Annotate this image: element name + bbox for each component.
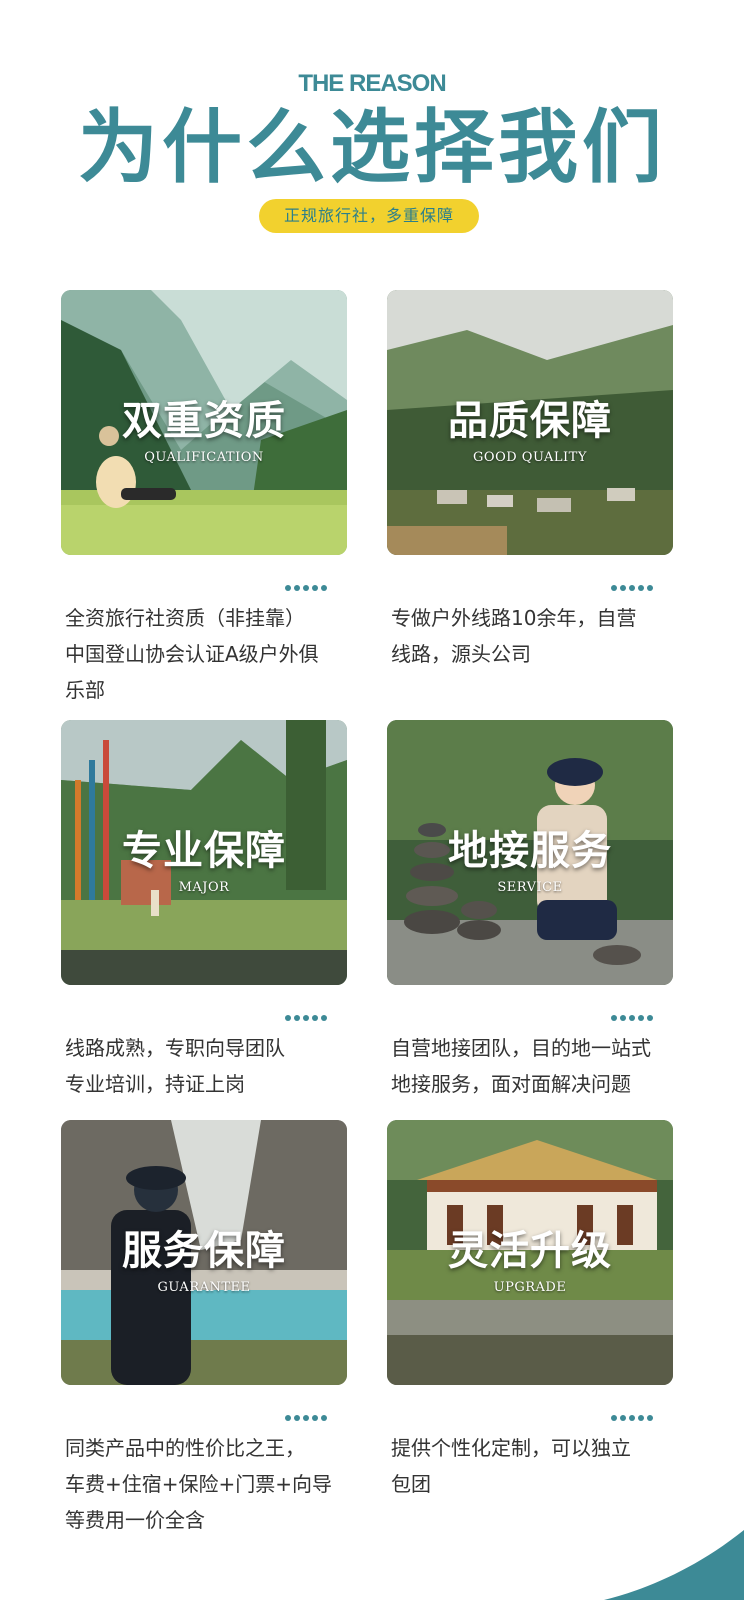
- photo-misty-village: 品质保障 GOOD QUALITY: [387, 290, 673, 555]
- description-line: 自营地接团队，目的地一站式: [391, 1036, 651, 1060]
- card-description: 专做户外线路10余年，自营 线路，源头公司: [391, 600, 691, 672]
- card-title: 双重资质: [122, 398, 286, 444]
- feature-card-major: 专业保障 MAJOR 线路成熟，专职向导团队 专业培训，持证上岗: [61, 720, 347, 1096]
- description-line: 等费用一价全含: [65, 1508, 205, 1532]
- card-description: 提供个性化定制，可以独立 包团: [391, 1430, 691, 1502]
- photo-mountain-meadow: 双重资质 QUALIFICATION: [61, 290, 347, 555]
- card-description: 线路成熟，专职向导团队 专业培训，持证上岗: [65, 1030, 365, 1102]
- page-title: 为什么选择我们: [78, 101, 666, 194]
- card-subtitle: GOOD QUALITY: [473, 450, 587, 465]
- feature-card-guarantee: 服务保障 GUARANTEE 同类产品中的性价比之王， 车费+住宿+保险+门票+…: [61, 1120, 347, 1532]
- dots-decoration: [282, 1406, 327, 1421]
- card-subtitle: SERVICE: [497, 880, 563, 895]
- description-line: 线路成熟，专职向导团队: [65, 1036, 285, 1060]
- reason-label: THE REASON: [298, 70, 446, 97]
- description-line: 车费+住宿+保险+门票+向导: [65, 1472, 333, 1496]
- card-subtitle: GUARANTEE: [157, 1280, 251, 1295]
- card-title: 服务保障: [122, 1228, 286, 1274]
- card-subtitle: MAJOR: [178, 880, 230, 895]
- photo-prayer-flags-lake: 专业保障 MAJOR: [61, 720, 347, 985]
- photo-temple-lake: 灵活升级 UPGRADE: [387, 1120, 673, 1385]
- description-line: 同类产品中的性价比之王，: [65, 1436, 305, 1460]
- photo-turquoise-lake: 服务保障 GUARANTEE: [61, 1120, 347, 1385]
- dots-decoration: [608, 576, 653, 591]
- dots-decoration: [608, 1406, 653, 1421]
- card-title: 灵活升级: [448, 1228, 612, 1274]
- description-line: 包团: [391, 1472, 431, 1496]
- card-subtitle: QUALIFICATION: [144, 450, 264, 465]
- card-subtitle: UPGRADE: [493, 1280, 567, 1295]
- dots-decoration: [282, 1006, 327, 1021]
- corner-wave-decoration: [604, 1530, 744, 1600]
- dots-decoration: [282, 576, 327, 591]
- description-line: 乐部: [65, 678, 105, 702]
- photo-stone-cairns: 地接服务 SERVICE: [387, 720, 673, 985]
- description-line: 线路，源头公司: [391, 642, 531, 666]
- card-description: 全资旅行社资质（非挂靠） 中国登山协会认证A级户外俱 乐部: [65, 600, 365, 708]
- description-line: 提供个性化定制，可以独立: [391, 1436, 631, 1460]
- dots-decoration: [608, 1006, 653, 1021]
- description-line: 专做户外线路10余年，自营: [391, 606, 637, 630]
- feature-card-upgrade: 灵活升级 UPGRADE 提供个性化定制，可以独立 包团: [387, 1120, 673, 1496]
- card-description: 自营地接团队，目的地一站式 地接服务，面对面解决问题: [391, 1030, 691, 1102]
- feature-card-quality: 品质保障 GOOD QUALITY 专做户外线路10余年，自营 线路，源头公司: [387, 290, 673, 666]
- card-description: 同类产品中的性价比之王， 车费+住宿+保险+门票+向导 等费用一价全含: [65, 1430, 365, 1538]
- card-title: 专业保障: [122, 828, 286, 874]
- description-line: 专业培训，持证上岗: [65, 1072, 245, 1096]
- card-title: 地接服务: [448, 828, 612, 874]
- tagline-badge: 正规旅行社，多重保障: [259, 199, 479, 233]
- feature-card-qualification: 双重资质 QUALIFICATION 全资旅行社资质（非挂靠） 中国登山协会认证…: [61, 290, 347, 702]
- page-header: THE REASON 为什么选择我们 正规旅行社，多重保障: [0, 0, 744, 260]
- description-line: 中国登山协会认证A级户外俱: [65, 642, 319, 666]
- card-title: 品质保障: [448, 398, 612, 444]
- description-line: 地接服务，面对面解决问题: [391, 1072, 631, 1096]
- feature-card-service: 地接服务 SERVICE 自营地接团队，目的地一站式 地接服务，面对面解决问题: [387, 720, 673, 1096]
- description-line: 全资旅行社资质（非挂靠）: [65, 606, 305, 630]
